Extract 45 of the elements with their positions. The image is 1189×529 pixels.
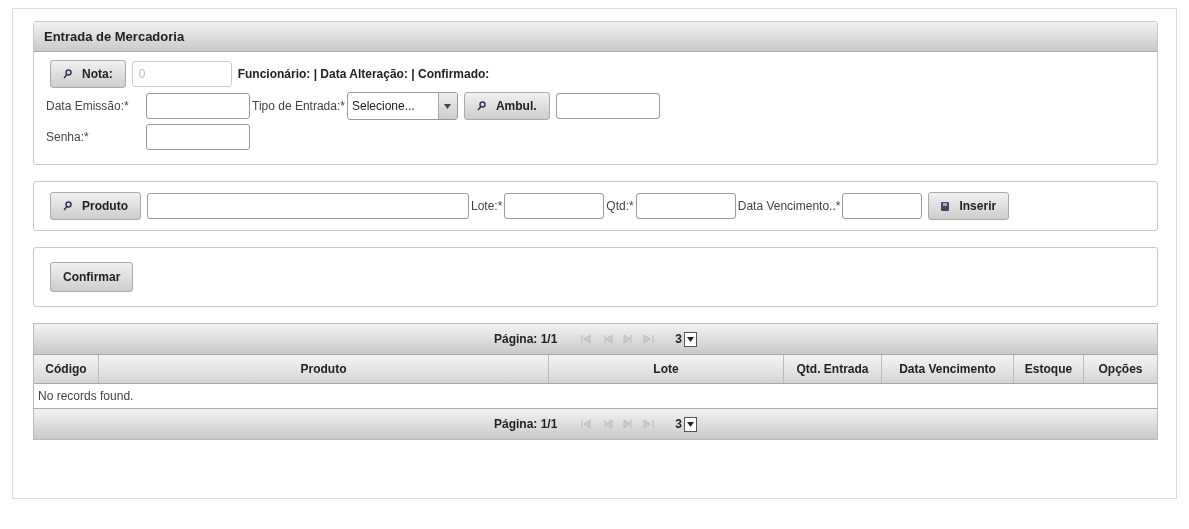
field-label: Senha:* xyxy=(46,130,90,144)
column-header[interactable]: Data Vencimento xyxy=(882,355,1014,383)
text-field[interactable] xyxy=(555,93,660,119)
search-icon xyxy=(63,69,72,79)
product-button[interactable]: Produto xyxy=(50,192,141,220)
confirm-button[interactable]: Confirmar xyxy=(50,262,134,292)
field-label: Data Vencimento..* xyxy=(737,199,841,213)
password-field[interactable] xyxy=(146,124,250,150)
last-page-icon[interactable] xyxy=(641,334,656,344)
empty-message: No records found. xyxy=(37,388,135,405)
column-header[interactable]: Opções xyxy=(1084,355,1157,383)
field-label: Lote:* xyxy=(471,199,503,213)
dropdown-arrow-icon xyxy=(687,336,694,342)
field-label: Qtd:* xyxy=(606,199,634,213)
date-field[interactable] xyxy=(146,93,250,119)
lot-field[interactable] xyxy=(504,193,605,219)
expiry-date-field[interactable] xyxy=(842,193,923,219)
column-header[interactable]: Código xyxy=(34,355,99,383)
page-indicator: Página: 1/1 xyxy=(493,332,558,346)
rows-per-page-value[interactable]: 3 xyxy=(675,417,682,431)
field-label: Data Emissão:* xyxy=(46,99,130,113)
record-info: Funcionário: | Data Alteração: | Confirmado: xyxy=(237,67,490,81)
search-icon xyxy=(63,201,72,211)
product-field[interactable] xyxy=(147,193,469,219)
rows-dropdown[interactable] xyxy=(684,416,697,432)
prev-page-icon[interactable] xyxy=(601,419,616,429)
column-header[interactable]: Produto xyxy=(99,355,549,383)
dropdown-arrow-icon xyxy=(687,421,694,427)
panel-title: Entrada de Mercadoria xyxy=(34,22,1157,52)
ambul-button[interactable]: Ambul. xyxy=(463,92,550,120)
entry-type-select[interactable]: Selecione... xyxy=(346,92,458,120)
insert-button[interactable]: Inserir xyxy=(928,192,1010,220)
column-header[interactable]: Lote xyxy=(549,355,784,383)
prev-page-icon[interactable] xyxy=(601,334,616,344)
dropdown-arrow-icon xyxy=(444,103,452,109)
column-header[interactable]: Estoque xyxy=(1014,355,1084,383)
page-indicator: Página: 1/1 xyxy=(493,417,558,431)
column-header[interactable]: Qtd. Entrada xyxy=(784,355,882,383)
save-icon xyxy=(941,201,950,211)
rows-dropdown[interactable] xyxy=(684,331,697,347)
last-page-icon[interactable] xyxy=(641,419,656,429)
field-label: Tipo de Entrada:* xyxy=(252,99,345,113)
search-icon xyxy=(476,101,486,111)
rows-per-page-value[interactable]: 3 xyxy=(675,332,682,346)
quantity-field[interactable] xyxy=(635,193,736,219)
